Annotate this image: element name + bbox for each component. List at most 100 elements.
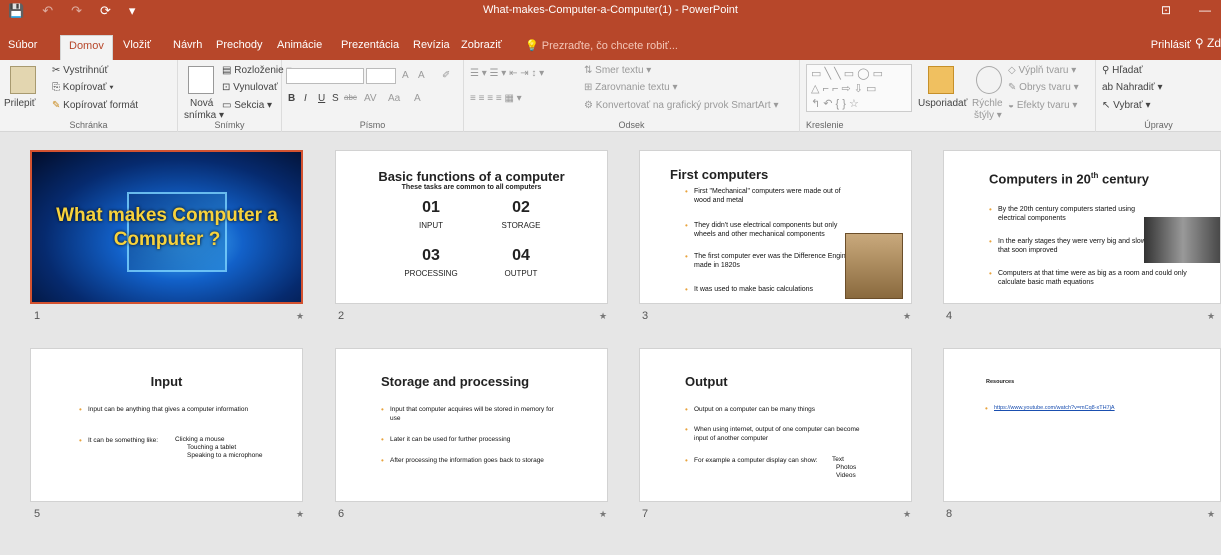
replace-button[interactable]: ab Nahradiť ▾ <box>1102 82 1163 93</box>
item-number: 03 <box>422 247 440 264</box>
clear-formatting-icon[interactable]: ✐ <box>442 70 450 81</box>
minimize-icon[interactable]: — <box>1199 3 1211 17</box>
font-size-combo[interactable] <box>366 68 396 84</box>
section-button[interactable]: ▭ Sekcia ▾ <box>222 100 272 111</box>
list-item: Photos <box>836 464 857 471</box>
shape-fill-button[interactable]: ◇ Výplň tvaru ▾ <box>1008 65 1076 76</box>
slide-7-bullet: For example a computer display can show: <box>685 456 829 465</box>
person-icon: ⚲ <box>1194 36 1207 50</box>
text-direction-button[interactable]: ⇅ Smer textu ▾ <box>584 65 651 76</box>
replace-icon: ab <box>1102 82 1116 93</box>
find-button[interactable]: ⚲ Hľadať <box>1102 65 1143 76</box>
slide-thumbnail-1[interactable]: What makes Computer a Computer ? <box>30 150 303 304</box>
slide-6-bullet: Later it can be used for further process… <box>381 435 590 444</box>
slide-number-3: 3 <box>642 310 649 322</box>
format-painter-button[interactable]: ✎ Kopírovať formát <box>52 100 138 111</box>
slide-4-bullet: In the early stages they were verry big … <box>989 237 1163 255</box>
transition-star-icon[interactable]: ★ <box>1207 311 1215 322</box>
slide-3-bullet: They didn't use electrical components bu… <box>685 221 854 239</box>
change-case-button[interactable]: Aa <box>388 93 400 104</box>
arrange-button[interactable]: Usporiadať <box>918 98 967 109</box>
shadow-button[interactable]: S <box>332 93 339 104</box>
transition-star-icon[interactable]: ★ <box>599 311 607 322</box>
new-slide-label-1[interactable]: Nová <box>190 98 213 109</box>
shapes-gallery[interactable]: ▭ ╲ ╲ ▭ ◯ ▭ △ ⌐ ⌐ ⇨ ⇩ ▭ ↰ ↶ { } ☆ <box>806 64 912 112</box>
slide-1-title: What makes Computer a Computer ? <box>56 205 278 250</box>
tab-slideshow[interactable]: Prezentácia <box>341 39 399 51</box>
resource-link[interactable]: https://www.youtube.com/watch?v=mCq8-xTH… <box>985 404 1174 413</box>
bold-button[interactable]: B <box>288 93 295 104</box>
list-item: Speaking to a microphone <box>187 452 263 459</box>
arrange-icon[interactable] <box>928 66 954 94</box>
share-button[interactable]: ⚲ Zd <box>1195 36 1221 50</box>
slide-thumbnail-6[interactable]: Storage and processing Input that comput… <box>335 348 608 502</box>
slide-3-bullet: It was used to make basic calculations <box>685 285 854 294</box>
item-label: PROCESSING <box>404 269 458 278</box>
tab-transitions[interactable]: Prechody <box>216 39 262 51</box>
align-text-icon: ⊞ <box>584 82 596 93</box>
text-direction-icon: ⇅ <box>584 65 596 76</box>
group-label-editing: Úpravy <box>1144 120 1173 130</box>
copy-icon: ⎘ <box>52 82 63 93</box>
tab-animations[interactable]: Animácie <box>277 39 322 51</box>
paste-button[interactable]: Prilepiť <box>4 98 36 109</box>
tab-insert[interactable]: Vložiť <box>123 39 151 51</box>
italic-button[interactable]: I <box>304 93 307 104</box>
transition-star-icon[interactable]: ★ <box>599 509 607 520</box>
grow-font-button[interactable]: A <box>402 70 409 81</box>
ribbon-display-options-icon[interactable]: ⊡ <box>1161 3 1171 17</box>
group-label-drawing: Kreslenie <box>806 120 844 130</box>
new-slide-icon[interactable] <box>188 66 214 94</box>
shape-outline-button[interactable]: ✎ Obrys tvaru ▾ <box>1008 82 1079 93</box>
transition-star-icon[interactable]: ★ <box>903 509 911 520</box>
early-computer-photo <box>1144 217 1220 263</box>
transition-star-icon[interactable]: ★ <box>296 509 304 520</box>
slide-thumbnail-7[interactable]: Output Output on a computer can be many … <box>639 348 912 502</box>
smartart-button[interactable]: ⚙ Konvertovať na grafický prvok SmartArt… <box>584 100 779 111</box>
tab-view[interactable]: Zobraziť <box>461 39 502 51</box>
font-color-button[interactable]: A <box>414 93 421 104</box>
tell-me-search[interactable]: 💡 Prezraďte, čo chcete robiť... <box>525 39 678 52</box>
font-name-combo[interactable] <box>286 68 364 84</box>
slide-3-bullet: First "Mechanical" computers were made o… <box>685 187 854 205</box>
strikethrough-button[interactable]: abc <box>344 93 357 102</box>
tab-file[interactable]: Súbor <box>8 39 37 51</box>
scissors-icon: ✂ <box>52 65 64 76</box>
slide-6-bullet: After processing the information goes ba… <box>381 456 600 465</box>
slide-thumbnail-5[interactable]: Input Input can be anything that gives a… <box>30 348 303 502</box>
sign-in-link[interactable]: Prihlásiť <box>1151 39 1191 51</box>
slide-thumbnail-8[interactable]: Resources https://www.youtube.com/watch?… <box>943 348 1221 502</box>
slide-5-bullet: It can be something like: <box>79 436 188 445</box>
quick-styles-label-1[interactable]: Rýchle <box>972 98 1003 109</box>
align-text-button[interactable]: ⊞ Zarovnanie textu ▾ <box>584 82 677 93</box>
slide-5-title: Input <box>150 374 183 389</box>
quick-styles-icon[interactable] <box>976 66 1002 94</box>
slide-thumbnail-3[interactable]: First computers First "Mechanical" compu… <box>639 150 912 304</box>
underline-button[interactable]: U <box>318 93 325 104</box>
reset-button[interactable]: ⊡ Vynulovať <box>222 82 278 93</box>
shape-effects-button[interactable]: ◒ Efekty tvaru ▾ <box>1008 100 1077 111</box>
align-icons[interactable]: ≡ ≡ ≡ ≡ ▦ ▾ <box>470 93 522 104</box>
transition-star-icon[interactable]: ★ <box>903 311 911 322</box>
title-bar: 💾 ↶ ↷ ⟳ ▾ What-makes-Computer-a-Computer… <box>0 0 1221 22</box>
cut-button[interactable]: ✂ Vystrihnúť <box>52 65 108 76</box>
slide-5-list: Clicking a mouse Touching a tablet Speak… <box>175 436 263 460</box>
tab-review[interactable]: Revízia <box>413 39 450 51</box>
shrink-font-button[interactable]: A <box>418 70 425 81</box>
tab-design[interactable]: Návrh <box>173 39 202 51</box>
group-clipboard: Prilepiť ✂ Vystrihnúť ⎘ Kopírovať ▾ ✎ Ko… <box>0 60 178 132</box>
tab-home[interactable]: Domov <box>60 35 113 60</box>
slide-thumbnail-4[interactable]: Computers in 20th century By the 20th ce… <box>943 150 1221 304</box>
slide-thumbnail-2[interactable]: Basic functions of a computer These task… <box>335 150 608 304</box>
select-button[interactable]: ↖ Vybrať ▾ <box>1102 100 1151 111</box>
transition-star-icon[interactable]: ★ <box>1207 509 1215 520</box>
list-item: Touching a tablet <box>187 444 237 451</box>
item-label: OUTPUT <box>504 269 538 278</box>
item-label: INPUT <box>419 221 443 230</box>
copy-button[interactable]: ⎘ Kopírovať ▾ <box>52 82 114 93</box>
slide-number-7: 7 <box>642 508 649 520</box>
char-spacing-button[interactable]: AV <box>364 93 377 104</box>
transition-star-icon[interactable]: ★ <box>296 311 304 322</box>
paste-icon[interactable] <box>10 66 36 94</box>
bullets-icon[interactable]: ☰ ▾ ☰ ▾ ⇤ ⇥ ↕ ▾ <box>470 68 544 79</box>
